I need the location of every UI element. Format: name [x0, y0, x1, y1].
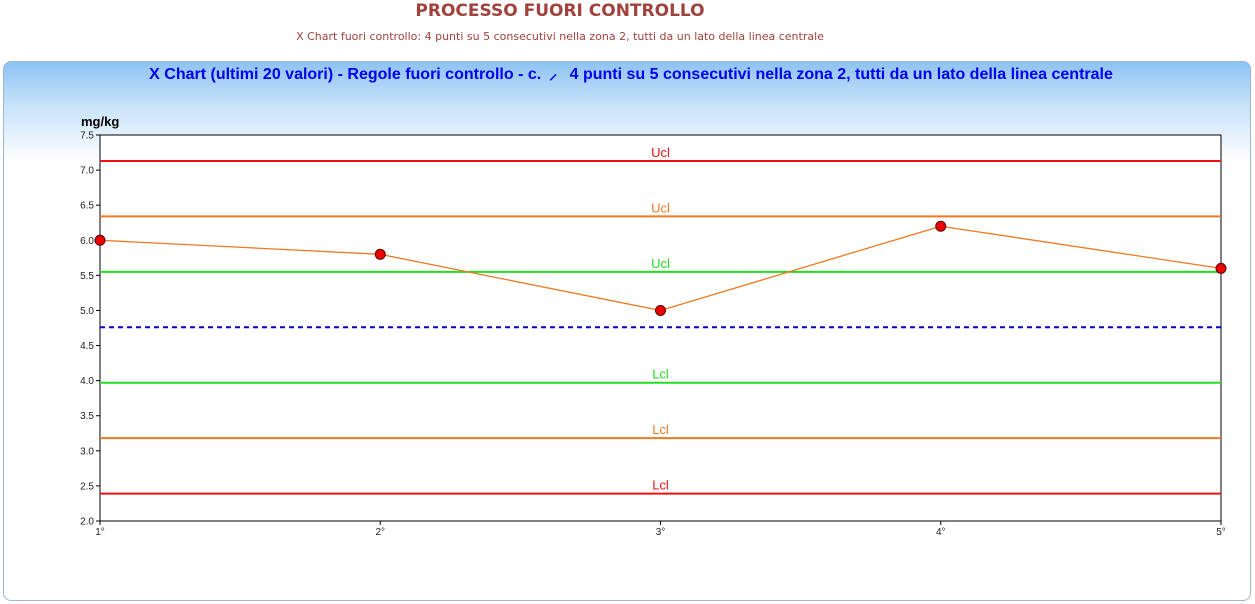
- y-tick-label: 3.0: [80, 446, 94, 457]
- page-title: PROCESSO FUORI CONTROLLO: [415, 1, 705, 21]
- limit-label-ucl: Ucl: [651, 256, 670, 271]
- x-tick-label: 1°: [95, 527, 105, 538]
- data-point: [935, 220, 947, 232]
- limit-label-lcl: Lcl: [652, 478, 669, 493]
- y-tick-label: 2.0: [80, 517, 94, 528]
- x-chart: X Chart (ultimi 20 valori) - Regole fuor…: [80, 66, 1227, 538]
- limit-label-lcl: Lcl: [652, 422, 669, 437]
- y-tick-label: 4.5: [80, 341, 94, 352]
- y-tick-label: 7.5: [80, 131, 94, 142]
- page-subtitle: X Chart fuori controllo: 4 punti su 5 co…: [296, 30, 824, 43]
- y-tick-label: 5.0: [80, 306, 94, 317]
- data-point: [655, 304, 666, 316]
- data-point: [1215, 262, 1227, 274]
- chart-title: X Chart (ultimi 20 valori) - Regole fuor…: [149, 66, 1113, 83]
- limit-label-lcl: Lcl: [652, 367, 669, 382]
- limit-label-ucl: Ucl: [651, 145, 670, 160]
- x-tick-label: 3°: [656, 527, 666, 538]
- y-tick-label: 6.0: [80, 236, 94, 247]
- y-tick-label: 5.5: [80, 271, 94, 282]
- y-tick-label: 7.0: [80, 166, 94, 177]
- x-tick-label: 5°: [1216, 527, 1226, 538]
- data-point: [374, 248, 386, 260]
- y-tick-label: 4.0: [80, 376, 94, 387]
- chart-panel: X Chart (ultimi 20 valori) - Regole fuor…: [3, 61, 1251, 601]
- page-header: PROCESSO FUORI CONTROLLO X Chart fuori c…: [0, 0, 1120, 56]
- x-tick-label: 2°: [375, 527, 385, 538]
- plot-area: 2.0 2.5 3.0 3.5 4.0 4.5 5.0 5.5 6.0 6.5 7.0 7.5 1° 2°…: [80, 131, 1227, 538]
- data-point: [94, 234, 106, 246]
- x-tick-label: 4°: [936, 527, 946, 538]
- y-axis-unit-label: mg/kg: [81, 114, 119, 129]
- y-tick-label: 2.5: [80, 481, 94, 492]
- y-tick-label: 3.5: [80, 411, 94, 422]
- y-tick-label: 6.5: [80, 201, 94, 212]
- limit-label-ucl: Ucl: [651, 200, 670, 215]
